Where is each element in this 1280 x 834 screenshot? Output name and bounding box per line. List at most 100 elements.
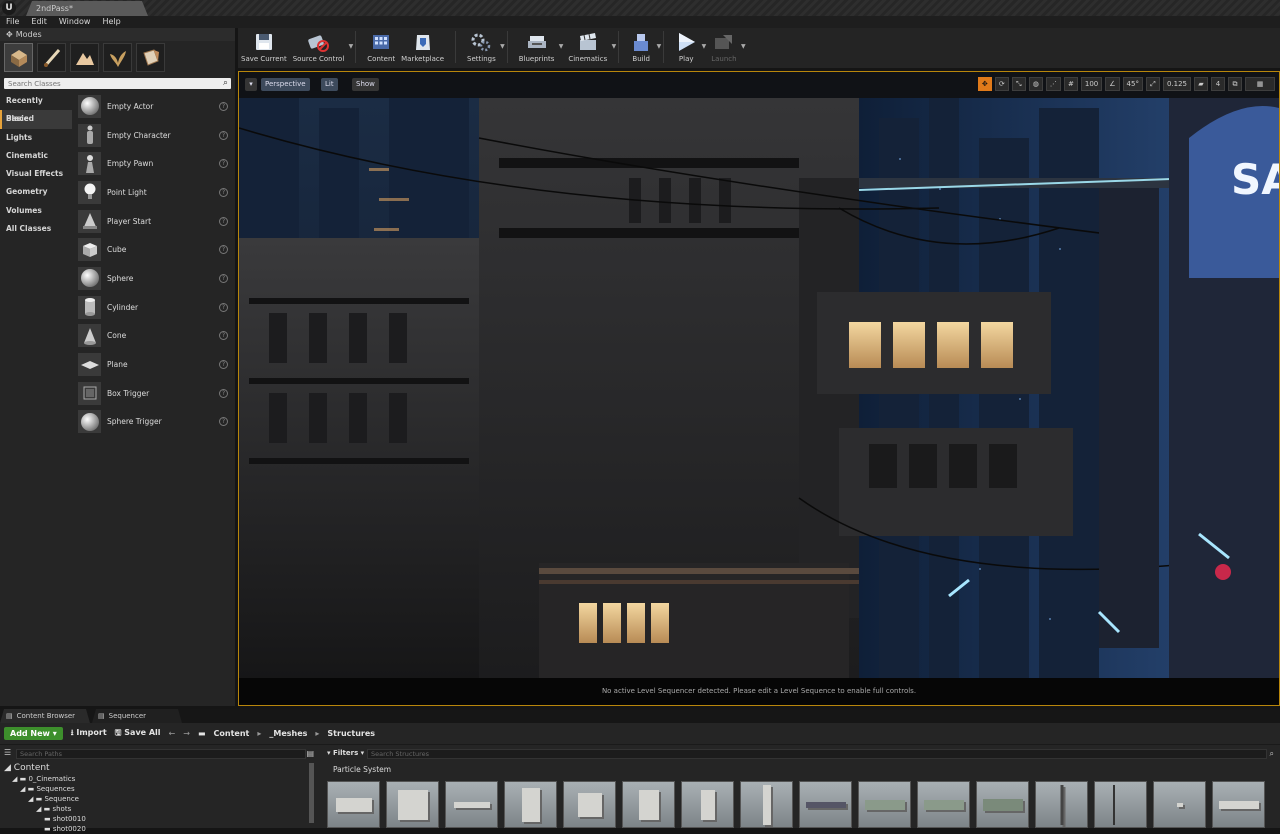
tree-node[interactable]: ◢ ▬ Sequences: [4, 784, 304, 794]
list-item[interactable]: Box Trigger?: [74, 379, 235, 408]
tree-node[interactable]: ◢ Content: [4, 762, 304, 774]
landscape-mode-icon[interactable]: [70, 43, 99, 72]
surface-snap-icon[interactable]: ⋰: [1045, 77, 1061, 91]
paint-mode-icon[interactable]: [37, 43, 66, 72]
place-mode-icon[interactable]: [4, 43, 33, 72]
cinematics-button[interactable]: Cinematics ▼: [565, 31, 616, 63]
foliage-mode-icon[interactable]: [103, 43, 132, 72]
tree-node[interactable]: ▬ shot0010: [4, 814, 304, 824]
camera-speed-icon[interactable]: ▰: [1194, 77, 1208, 91]
source-control-dropdown-icon[interactable]: ▼: [349, 43, 354, 50]
help-icon[interactable]: ?: [219, 331, 228, 341]
help-icon[interactable]: ?: [219, 159, 228, 169]
search-classes-input[interactable]: [4, 78, 231, 89]
asset-thumbnail[interactable]: [445, 781, 498, 828]
asset-thumbnail[interactable]: [386, 781, 439, 828]
list-item[interactable]: Cube?: [74, 235, 235, 264]
help-icon[interactable]: ?: [219, 273, 228, 283]
tree-scrollbar[interactable]: [309, 763, 314, 823]
add-new-button[interactable]: Add New ▾: [4, 727, 63, 740]
list-item[interactable]: Empty Pawn?: [74, 149, 235, 178]
content-button[interactable]: Content: [364, 31, 398, 63]
asset-thumbnail[interactable]: [740, 781, 793, 828]
grid-snap-icon[interactable]: #: [1063, 77, 1078, 91]
settings-button[interactable]: Settings ▼: [464, 31, 505, 63]
category-basic[interactable]: Basic: [0, 110, 72, 129]
build-dropdown-icon[interactable]: ▼: [657, 43, 662, 50]
rotation-snap-icon[interactable]: ∠: [1105, 77, 1120, 91]
asset-thumbnail[interactable]: [917, 781, 970, 828]
scale-tool-icon[interactable]: ⤡: [1011, 77, 1026, 91]
asset-thumbnail[interactable]: [1153, 781, 1206, 828]
tree-node[interactable]: ◢ ▬ 0_Cinematics: [4, 774, 304, 784]
filters-button[interactable]: ▾ Filters ▾: [327, 749, 364, 757]
play-dropdown-icon[interactable]: ▼: [702, 43, 707, 50]
menu-help[interactable]: Help: [96, 16, 126, 28]
blueprints-dropdown-icon[interactable]: ▼: [559, 43, 564, 50]
breadcrumb-structures[interactable]: Structures: [327, 729, 375, 738]
scale-snap-icon[interactable]: ⤢: [1145, 77, 1160, 91]
settings-dropdown-icon[interactable]: ▼: [500, 43, 505, 50]
menu-file[interactable]: File: [0, 16, 25, 28]
category-lights[interactable]: Lights: [0, 129, 72, 147]
asset-thumbnail[interactable]: [858, 781, 911, 828]
list-item[interactable]: Player Start?: [74, 207, 235, 236]
level-viewport[interactable]: ▾ Perspective Lit Show ✥ ⟳ ⤡ ◍ ⋰ # 100 ∠…: [238, 71, 1280, 706]
save-all-button[interactable]: 🖫 Save All: [115, 727, 161, 741]
translate-tool-icon[interactable]: ✥: [977, 77, 992, 91]
viewport-layout-icon[interactable]: ▦: [1245, 77, 1275, 91]
help-icon[interactable]: ?: [219, 187, 228, 197]
list-item[interactable]: Cone?: [74, 322, 235, 351]
perspective-button[interactable]: Perspective: [261, 78, 310, 91]
category-volumes[interactable]: Volumes: [0, 202, 72, 220]
list-item[interactable]: Empty Actor?: [74, 92, 235, 121]
play-button[interactable]: Play ▼: [672, 31, 706, 63]
asset-thumbnail[interactable]: [327, 781, 380, 828]
menu-window[interactable]: Window: [53, 16, 97, 28]
grid-snap-value[interactable]: 100: [1080, 77, 1103, 91]
tree-node[interactable]: ◢ ▬ Sequence: [4, 794, 304, 804]
blueprints-button[interactable]: Blueprints ▼: [516, 31, 563, 63]
category-all-classes[interactable]: All Classes: [0, 220, 72, 238]
search-paths-input[interactable]: Search Paths: [16, 749, 306, 759]
list-item[interactable]: Cylinder?: [74, 293, 235, 322]
category-cinematic[interactable]: Cinematic: [0, 147, 72, 165]
help-icon[interactable]: ?: [219, 302, 228, 312]
launch-dropdown-icon[interactable]: ▼: [741, 43, 746, 50]
camera-speed-value[interactable]: 4: [1211, 77, 1225, 91]
asset-thumbnail[interactable]: [799, 781, 852, 828]
maximize-viewport-icon[interactable]: ⧉: [1228, 77, 1242, 91]
tab-sequencer[interactable]: ▤ Sequencer: [92, 709, 182, 723]
help-icon[interactable]: ?: [219, 130, 228, 140]
asset-thumbnail[interactable]: [1094, 781, 1147, 828]
list-item[interactable]: Empty Character?: [74, 121, 235, 150]
document-tab[interactable]: 2ndPass*: [26, 1, 148, 16]
asset-thumbnail[interactable]: [563, 781, 616, 828]
geometry-mode-icon[interactable]: [136, 43, 165, 72]
asset-thumbnail[interactable]: [681, 781, 734, 828]
show-button[interactable]: Show: [352, 78, 379, 91]
tree-node[interactable]: ◢ ▬ shots: [4, 804, 304, 814]
breadcrumb-content[interactable]: Content: [214, 729, 250, 738]
viewport-options-icon[interactable]: ▾: [245, 78, 257, 91]
tab-content-browser[interactable]: ▤ Content Browser: [0, 709, 90, 723]
tree-node[interactable]: ▬ shot0020: [4, 824, 304, 834]
lit-button[interactable]: Lit: [321, 78, 338, 91]
search-structures-input[interactable]: Search Structures: [367, 749, 1267, 759]
category-visual-effects[interactable]: Visual Effects: [0, 165, 72, 183]
help-icon[interactable]: ?: [219, 245, 228, 255]
cinematics-dropdown-icon[interactable]: ▼: [612, 43, 617, 50]
category-geometry[interactable]: Geometry: [0, 183, 72, 201]
asset-thumbnail[interactable]: [1035, 781, 1088, 828]
source-control-button[interactable]: Source Control ▼: [290, 31, 353, 63]
view-options-icon[interactable]: ▤: [306, 749, 314, 758]
list-item[interactable]: Sphere Trigger?: [74, 408, 235, 437]
rotation-snap-value[interactable]: 45°: [1122, 77, 1143, 91]
sources-toggle-icon[interactable]: ☰: [4, 748, 11, 757]
import-button[interactable]: ⭳ Import: [71, 727, 107, 741]
category-recently-placed[interactable]: Recently Placed: [0, 92, 72, 123]
launch-button[interactable]: Launch ▼: [708, 31, 746, 63]
asset-thumbnail[interactable]: [504, 781, 557, 828]
list-item[interactable]: Point Light?: [74, 178, 235, 207]
rotate-tool-icon[interactable]: ⟳: [994, 77, 1009, 91]
